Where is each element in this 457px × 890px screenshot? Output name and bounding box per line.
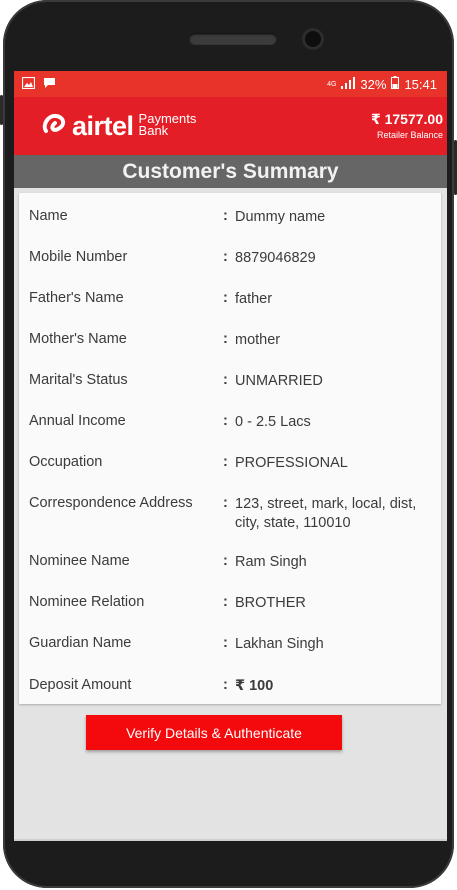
- screen-bottom-edge: [14, 839, 447, 841]
- row-value: BROTHER: [235, 595, 306, 611]
- row-label: Correspondence Address: [29, 495, 193, 511]
- row-separator: :: [223, 635, 228, 651]
- row-separator: :: [223, 331, 228, 347]
- image-notification-icon: [21, 76, 36, 92]
- row-value: mother: [235, 332, 281, 348]
- row-label: Occupation: [29, 454, 103, 470]
- battery-percent: 32%: [360, 76, 387, 92]
- row-value: father: [235, 291, 273, 307]
- row-label: Nominee Name: [29, 553, 130, 569]
- row-separator: :: [223, 290, 228, 306]
- brand-subtitle: Payments Bank: [138, 112, 197, 138]
- row-value: PROFESSIONAL: [235, 455, 348, 471]
- row-separator: :: [223, 677, 228, 693]
- row-separator: :: [223, 413, 228, 429]
- row-separator: :: [223, 454, 228, 470]
- row-value: 8879046829: [235, 250, 316, 266]
- row-label: Marital's Status: [29, 372, 128, 388]
- row-separator: :: [223, 208, 228, 224]
- row-label: Guardian Name: [29, 635, 132, 651]
- row-separator: :: [223, 553, 228, 569]
- front-camera: [302, 28, 324, 50]
- airtel-payments-bank-logo: airtel Payments Bank: [42, 111, 196, 142]
- message-notification-icon: [43, 77, 56, 92]
- row-label: Mother's Name: [29, 331, 127, 347]
- row-value: 123, street, mark, local, dist, city, st…: [235, 496, 417, 531]
- app-bar: airtel Payments Bank ₹ 17577.00 Retailer…: [14, 97, 447, 155]
- row-value: UNMARRIED: [235, 373, 323, 389]
- row-label: Nominee Relation: [29, 594, 145, 610]
- summary-card: Name : Dummy name Mobile Number : 887904…: [19, 193, 441, 704]
- status-bar: 4G 32% 15:41: [14, 71, 447, 97]
- page-title: Customer's Summary: [14, 155, 447, 188]
- row-separator: :: [223, 594, 228, 610]
- row-separator: :: [223, 249, 228, 265]
- row-separator: :: [223, 495, 228, 511]
- row-label: Annual Income: [29, 413, 126, 429]
- row-value: Lakhan Singh: [235, 636, 324, 652]
- clock: 15:41: [404, 76, 437, 92]
- screen: 4G 32% 15:41 airtel Payments Bank ₹ 1757…: [14, 71, 447, 841]
- network-type: 4G: [327, 80, 337, 88]
- battery-icon: [391, 76, 400, 92]
- brand-sub-line-2: Bank: [138, 122, 169, 138]
- phone-frame: 4G 32% 15:41 airtel Payments Bank ₹ 1757…: [0, 0, 457, 888]
- earpiece-speaker: [189, 33, 277, 45]
- retailer-balance: ₹ 17577.00 Retailer Balance: [371, 111, 443, 140]
- row-value: 0 - 2.5 Lacs: [235, 414, 311, 430]
- row-label: Deposit Amount: [29, 677, 132, 693]
- verify-authenticate-button[interactable]: Verify Details & Authenticate: [86, 715, 342, 750]
- brand-name: airtel: [72, 111, 134, 141]
- balance-amount: ₹ 17577.00: [370, 111, 443, 127]
- signal-icon: [341, 76, 356, 92]
- volume-button: [0, 95, 3, 125]
- row-value: ₹ 100: [235, 678, 274, 694]
- airtel-swirl-icon: [42, 113, 68, 140]
- row-separator: :: [223, 372, 228, 388]
- row-label: Name: [29, 208, 68, 224]
- row-value: Dummy name: [235, 209, 326, 225]
- row-value: Ram Singh: [235, 554, 307, 570]
- row-label: Mobile Number: [29, 249, 128, 265]
- row-label: Father's Name: [29, 290, 124, 306]
- balance-label: Retailer Balance: [376, 130, 443, 140]
